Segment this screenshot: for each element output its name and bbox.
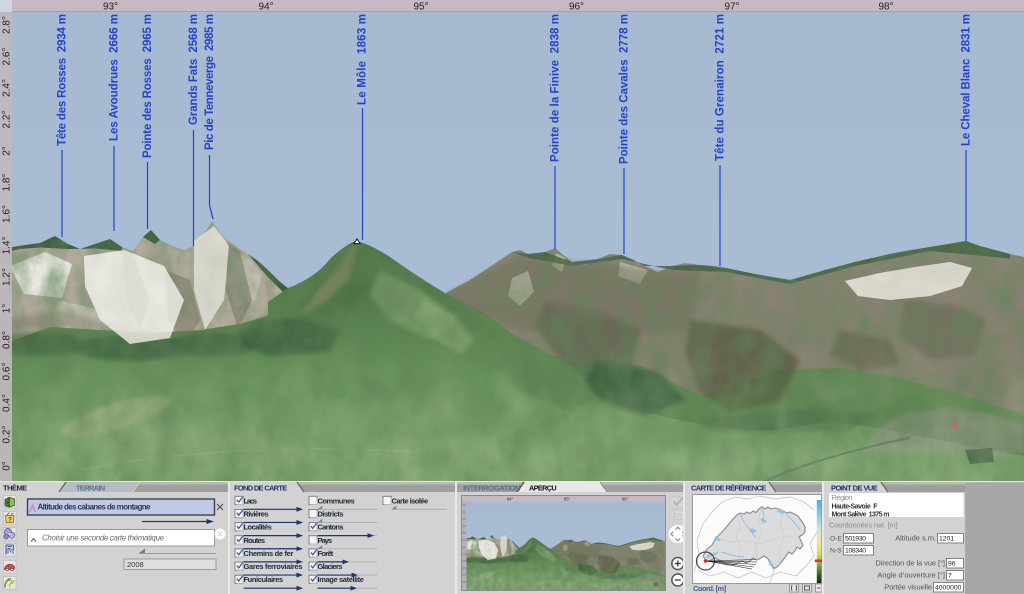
svg-text:93°: 93°	[103, 2, 118, 13]
svg-text:Mont Salève 1375 m: Mont Salève 1375 m	[832, 512, 890, 519]
svg-text:1.4°: 1.4°	[2, 237, 13, 255]
svg-text:1°: 1°	[2, 304, 13, 314]
svg-text:POINT DE VUE: POINT DE VUE	[831, 484, 878, 493]
svg-text:Altitude des cabanes de montag: Altitude des cabanes de montagne	[38, 503, 152, 512]
svg-text:O-E: O-E	[830, 536, 843, 543]
svg-text:Grands Fats 2568 m: Grands Fats 2568 m	[188, 14, 200, 125]
svg-text:1.8°: 1.8°	[2, 174, 13, 192]
svg-text:Région: Région	[832, 493, 853, 502]
svg-text:Carte isolée: Carte isolée	[392, 496, 429, 505]
svg-text:2.6°: 2.6°	[2, 48, 13, 66]
svg-text:2.2°: 2.2°	[2, 111, 13, 129]
svg-text:96: 96	[948, 561, 956, 568]
svg-text:Pic de Tenneverge 2985 m: Pic de Tenneverge 2985 m	[204, 14, 216, 150]
svg-text:2.4°: 2.4°	[2, 79, 13, 97]
svg-text:501930: 501930	[845, 536, 866, 543]
svg-text:Coord. [m]: Coord. [m]	[693, 584, 727, 593]
svg-text:FOND DE CARTE: FOND DE CARTE	[234, 484, 287, 493]
svg-text:7: 7	[948, 573, 952, 580]
svg-text:96°: 96°	[622, 497, 629, 502]
svg-text:Coordonnées nat. [m]: Coordonnées nat. [m]	[829, 521, 898, 530]
svg-text:Pointe des Rosses 2965 m: Pointe des Rosses 2965 m	[142, 14, 154, 158]
svg-text:Forêt: Forêt	[318, 549, 334, 558]
svg-text:Cantons: Cantons	[318, 523, 344, 532]
svg-text:Lacs: Lacs	[244, 496, 258, 505]
svg-text:1:~: 1:~	[673, 513, 683, 520]
svg-text:98°: 98°	[878, 2, 893, 13]
svg-text:N-S: N-S	[830, 548, 842, 555]
svg-text:Localités: Localités	[244, 523, 272, 532]
svg-text:Chemins de fer: Chemins de fer	[244, 549, 294, 558]
svg-text:95°: 95°	[564, 497, 571, 502]
svg-text:0.2°: 0.2°	[2, 426, 13, 444]
svg-text:Angle d’ouverture [°]: Angle d’ouverture [°]	[877, 571, 945, 580]
svg-text:Choisir une seconde carte thém: Choisir une seconde carte thématique	[42, 534, 165, 543]
svg-text:Le Cheval Blanc 2831 m: Le Cheval Blanc 2831 m	[961, 14, 973, 146]
svg-text:Haute-Savoie F: Haute-Savoie F	[832, 504, 879, 511]
svg-text:1201: 1201	[939, 536, 954, 543]
svg-text:Pays: Pays	[318, 536, 333, 545]
svg-text:95°: 95°	[413, 2, 428, 13]
svg-text:Les Avoudrues 2666 m: Les Avoudrues 2666 m	[109, 14, 121, 141]
svg-text:Rivières: Rivières	[244, 509, 269, 518]
svg-text:Tête du Grenairon 2721 m: Tête du Grenairon 2721 m	[715, 14, 727, 161]
svg-text:Gares ferroviaires: Gares ferroviaires	[244, 562, 303, 571]
svg-text:2.8°: 2.8°	[2, 16, 13, 34]
svg-text:4000000: 4000000	[935, 585, 962, 592]
svg-text:96°: 96°	[569, 2, 584, 13]
svg-text:APERÇU: APERÇU	[529, 484, 557, 493]
svg-text:Pointe de la Finive 2838 m: Pointe de la Finive 2838 m	[550, 14, 562, 162]
svg-text:TERRAIN: TERRAIN	[76, 484, 105, 493]
svg-text:Glaciers: Glaciers	[318, 562, 343, 571]
svg-text:Portée visuelle: Portée visuelle	[884, 583, 932, 592]
svg-text:0.4°: 0.4°	[2, 394, 13, 412]
svg-text:Direction de la vue [°]: Direction de la vue [°]	[875, 559, 945, 568]
svg-text:Le Môle 1863 m: Le Môle 1863 m	[357, 14, 369, 105]
svg-text:0.6°: 0.6°	[2, 363, 13, 381]
svg-text:0°: 0°	[2, 461, 13, 471]
svg-text:INTERROGATION: INTERROGATION	[463, 484, 520, 493]
svg-text:1.6°: 1.6°	[2, 205, 13, 223]
svg-text:Tête des Rosses 2934 m: Tête des Rosses 2934 m	[57, 14, 69, 146]
svg-text:94°: 94°	[507, 497, 514, 502]
svg-text:Communes: Communes	[318, 496, 355, 505]
svg-text:2°: 2°	[2, 146, 13, 156]
svg-text:94°: 94°	[258, 2, 273, 13]
svg-text:CARTE DE RÉFÉRENCE: CARTE DE RÉFÉRENCE	[691, 484, 766, 493]
svg-text:0.8°: 0.8°	[2, 331, 13, 349]
svg-text:108340: 108340	[845, 548, 866, 555]
svg-text:2008: 2008	[127, 560, 144, 569]
svg-text:Districts: Districts	[318, 509, 344, 518]
svg-text:Funiculaires: Funiculaires	[244, 575, 284, 584]
svg-text:97°: 97°	[724, 2, 739, 13]
svg-text:Altitude s.m.: Altitude s.m.	[895, 534, 936, 543]
svg-text:Image satellite: Image satellite	[318, 575, 364, 584]
svg-text:1.2°: 1.2°	[2, 268, 13, 286]
svg-text:THÈME: THÈME	[3, 484, 27, 493]
svg-text:Routes: Routes	[244, 536, 266, 545]
svg-text:Pointe des Cavales 2778 m: Pointe des Cavales 2778 m	[619, 14, 631, 164]
svg-text:?: ?	[8, 517, 12, 524]
